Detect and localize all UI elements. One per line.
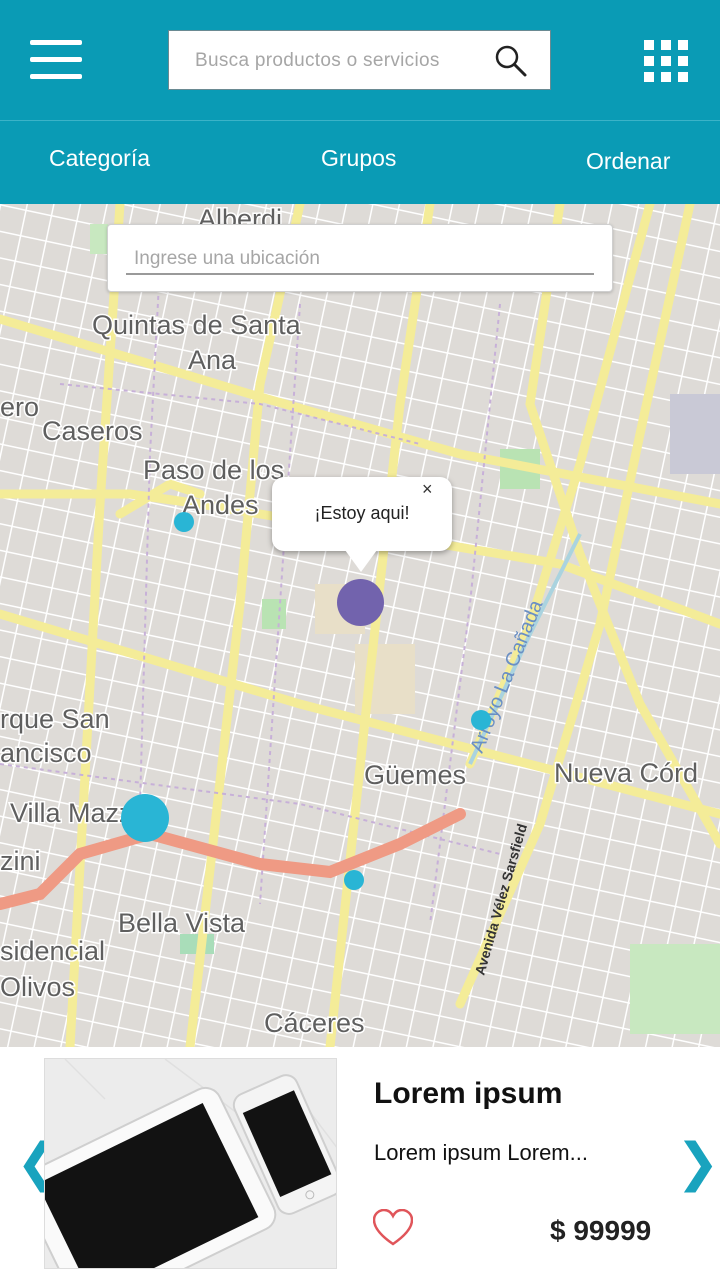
user-location-marker[interactable] [337,579,384,626]
map-label: Güemes [364,760,466,790]
location-search-box [107,224,613,292]
map-marker[interactable] [121,794,169,842]
product-image [44,1058,337,1269]
map-label: ancisco [0,738,92,768]
map-marker[interactable] [174,512,194,532]
map-label: Andes [182,490,259,520]
map-marker[interactable] [471,710,491,730]
product-description: Lorem ipsum Lorem... [374,1140,588,1165]
close-icon[interactable]: × [422,479,433,500]
tab-ordenar[interactable]: Ordenar [586,148,670,175]
map-label: Ana [188,345,237,375]
map-marker[interactable] [344,870,364,890]
map-label: Caseros [42,416,143,446]
product-title: Lorem ipsum [374,1077,563,1110]
location-input[interactable] [126,245,594,275]
popup-text: ¡Estoy aqui! [314,503,410,523]
map-label: Quintas de Santa [92,310,302,340]
chevron-right-icon[interactable]: ❯ [676,1137,720,1189]
map-label: Cáceres [264,1008,365,1038]
hamburger-menu-icon[interactable] [30,40,82,80]
map-label: Bella Vista [118,908,246,938]
product-price: $ 99999 [550,1215,652,1246]
map-label: rque San [0,704,110,734]
map-label: Paso de los [143,455,284,485]
popup-tail [345,550,377,572]
map-label: Nueva Córd [554,758,698,788]
heart-icon[interactable] [373,1209,413,1247]
map-label: zini [0,846,41,876]
app-header: Categoría Grupos Ordenar [0,0,720,204]
apps-grid-icon[interactable] [644,40,688,82]
tab-grupos[interactable]: Grupos [321,145,396,172]
search-icon[interactable] [494,44,528,78]
tab-categoria[interactable]: Categoría [49,145,150,172]
product-card[interactable]: ❮ Lorem ipsum Lorem ipsum Lorem... $ 999… [0,1047,720,1280]
map-label: ero [0,392,39,422]
location-popup: ¡Estoy aqui! × [272,477,452,551]
map-label: sidencial [0,936,105,966]
search-input[interactable] [195,45,485,77]
map-label: Olivos [0,972,75,1002]
header-divider [0,120,720,121]
